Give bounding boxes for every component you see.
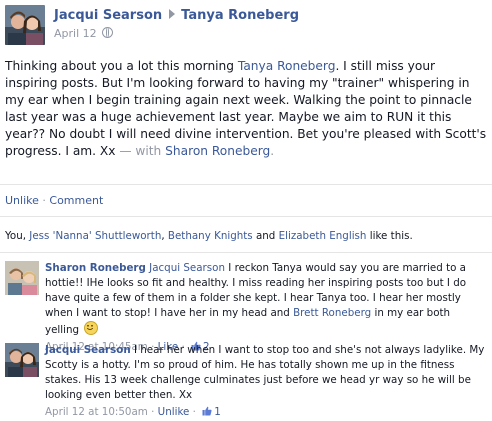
liker-link[interactable]: Jess 'Nanna' Shuttleworth <box>29 230 161 242</box>
comment-body: Jacqui Searson I hear her when I want to… <box>45 343 487 420</box>
thumbs-up-icon <box>202 406 212 416</box>
divider <box>0 184 492 185</box>
comment-author-link[interactable]: Jacqui Searson <box>45 344 131 356</box>
likes-prefix: You, <box>5 230 30 242</box>
post-actions: Unlike · Comment <box>5 194 103 207</box>
post-mention-link[interactable]: Tanya Roneberg <box>238 59 336 73</box>
likes-and: and <box>252 230 279 242</box>
comment-meta: April 12 at 10:50am · Unlike · 1 <box>45 406 221 418</box>
commenter-avatar[interactable] <box>5 261 39 295</box>
comment-mention-link[interactable]: Jacqui Searson <box>149 262 225 274</box>
post-author-link[interactable]: Jacqui Searson <box>54 8 162 23</box>
comment-mention-link[interactable]: Brett Roneberg <box>293 307 371 319</box>
separator: · <box>42 194 46 207</box>
avatar-photo-icon <box>5 261 39 295</box>
likes-summary: You, Jess 'Nanna' Shuttleworth, Bethany … <box>5 230 413 242</box>
likes-suffix: like this. <box>366 230 413 242</box>
comment-like-count[interactable]: 1 <box>214 406 221 418</box>
post-with-link[interactable]: Sharon Roneberg <box>165 144 270 158</box>
comment-button[interactable]: Comment <box>49 194 103 207</box>
avatar-photo-icon <box>5 343 39 377</box>
comment-author-link[interactable]: Sharon Roneberg <box>45 262 146 274</box>
globe-icon <box>101 27 113 38</box>
post-with-label: — with <box>115 144 166 158</box>
arrow-right-icon <box>169 9 176 19</box>
post-header-names: Jacqui Searson Tanya Roneberg <box>54 8 299 23</box>
comment-unlike-button[interactable]: Unlike <box>158 406 190 418</box>
liker-link[interactable]: Bethany Knights <box>168 230 253 242</box>
post-with-end: . <box>270 144 275 158</box>
post-target-link[interactable]: Tanya Roneberg <box>181 8 299 23</box>
liker-link[interactable]: Elizabeth English <box>279 230 367 242</box>
avatar-photo-icon <box>5 5 45 45</box>
unlike-button[interactable]: Unlike <box>5 194 39 207</box>
post-text-intro: Thinking about you a lot this morning <box>5 59 238 73</box>
divider <box>0 216 492 217</box>
post-body: Thinking about you a lot this morning Ta… <box>5 58 487 160</box>
post-author-avatar[interactable] <box>5 5 45 45</box>
comment-body: Sharon Roneberg Jacqui Searson I reckon … <box>45 261 487 355</box>
divider <box>0 252 492 253</box>
commenter-avatar[interactable] <box>5 343 39 377</box>
comment-time-link[interactable]: April 12 at 10:50am <box>45 406 148 418</box>
smiley-emoji-icon <box>84 321 99 335</box>
post-timestamp: April 12 <box>54 27 113 40</box>
post-date-link[interactable]: April 12 <box>54 27 97 40</box>
